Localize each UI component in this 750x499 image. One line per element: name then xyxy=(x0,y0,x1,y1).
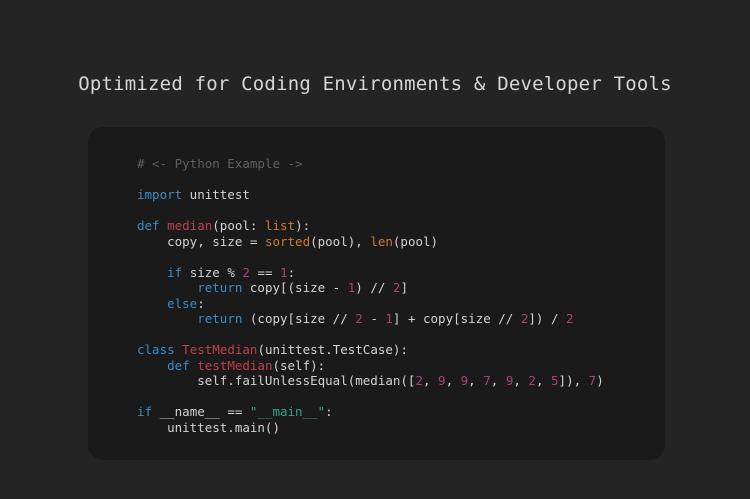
code-token: , xyxy=(423,373,438,388)
code-token: if xyxy=(137,404,152,419)
code-token: 2 xyxy=(415,373,423,388)
code-line xyxy=(137,327,604,343)
code-line: copy, size = sorted(pool), len(pool) xyxy=(137,234,604,250)
code-token: 9 xyxy=(438,373,446,388)
code-line: return (copy[size // 2 - 1] + copy[size … xyxy=(137,311,604,327)
code-token: copy, size = xyxy=(137,234,265,249)
code-token: , xyxy=(446,373,461,388)
code-line: import unittest xyxy=(137,187,604,203)
code-token xyxy=(137,311,197,326)
code-token: copy[(size - xyxy=(242,280,347,295)
code-token: (pool: xyxy=(212,218,265,233)
code-token: median xyxy=(167,218,212,233)
code-token: 5 xyxy=(551,373,559,388)
code-token: ] xyxy=(400,280,408,295)
code-token xyxy=(137,358,167,373)
code-token: 2 xyxy=(355,311,363,326)
code-line xyxy=(137,203,604,219)
code-token: sorted xyxy=(265,234,310,249)
code-token: def xyxy=(137,218,160,233)
code-token: # <- Python Example -> xyxy=(137,156,303,171)
code-card: # <- Python Example -> import unittest d… xyxy=(88,127,665,460)
code-token: else xyxy=(167,296,197,311)
code-line xyxy=(137,249,604,265)
page-title: Optimized for Coding Environments & Deve… xyxy=(0,73,750,95)
code-token: ) xyxy=(596,373,604,388)
code-token: ] + copy[size // xyxy=(393,311,521,326)
code-token: return xyxy=(197,311,242,326)
code-token: ]) / xyxy=(528,311,566,326)
code-token: 1 xyxy=(385,311,393,326)
code-token: size % xyxy=(182,265,242,280)
code-line: unittest.main() xyxy=(137,420,604,436)
code-token: import xyxy=(137,187,182,202)
code-token: unittest xyxy=(182,187,250,202)
code-token: def xyxy=(167,358,190,373)
code-line: self.failUnlessEqual(median([2, 9, 9, 7,… xyxy=(137,373,604,389)
code-token: - xyxy=(363,311,386,326)
code-line: if __name__ == "__main__": xyxy=(137,404,604,420)
code-token: __name__ == xyxy=(152,404,250,419)
code-token: unittest.main() xyxy=(137,420,280,435)
code-line: else: xyxy=(137,296,604,312)
code-token: TestMedian xyxy=(182,342,257,357)
code-token: , xyxy=(468,373,483,388)
code-token: == xyxy=(250,265,280,280)
code-token: "__main__" xyxy=(250,404,325,419)
code-token: (pool), xyxy=(310,234,370,249)
code-line xyxy=(137,172,604,188)
code-token: , xyxy=(513,373,528,388)
code-token: : xyxy=(325,404,333,419)
code-token: 2 xyxy=(242,265,250,280)
code-token: (copy[size // xyxy=(242,311,355,326)
code-token xyxy=(137,280,197,295)
code-line: # <- Python Example -> xyxy=(137,156,604,172)
code-line: def median(pool: list): xyxy=(137,218,604,234)
code-token: 1 xyxy=(280,265,288,280)
code-token: 7 xyxy=(483,373,491,388)
code-block: # <- Python Example -> import unittest d… xyxy=(137,156,604,435)
code-token: ]), xyxy=(559,373,589,388)
code-line xyxy=(137,389,604,405)
code-line: def testMedian(self): xyxy=(137,358,604,374)
code-token: if xyxy=(167,265,182,280)
code-token: testMedian xyxy=(197,358,272,373)
code-token xyxy=(160,218,168,233)
code-token: 2 xyxy=(528,373,536,388)
code-token: : xyxy=(288,265,296,280)
code-token: class xyxy=(137,342,175,357)
code-token: (unittest.TestCase): xyxy=(257,342,408,357)
code-line: class TestMedian(unittest.TestCase): xyxy=(137,342,604,358)
code-token: ): xyxy=(295,218,310,233)
code-token: (self): xyxy=(272,358,325,373)
code-line: if size % 2 == 1: xyxy=(137,265,604,281)
code-token: : xyxy=(197,296,205,311)
code-token: , xyxy=(536,373,551,388)
code-token xyxy=(137,296,167,311)
code-token: len xyxy=(370,234,393,249)
code-token: (pool) xyxy=(393,234,438,249)
code-token: list xyxy=(265,218,295,233)
code-token: 2 xyxy=(566,311,574,326)
code-token: , xyxy=(491,373,506,388)
code-line: return copy[(size - 1) // 2] xyxy=(137,280,604,296)
code-token: return xyxy=(197,280,242,295)
slide: Optimized for Coding Environments & Deve… xyxy=(0,0,750,499)
code-token xyxy=(137,265,167,280)
code-token: ) // xyxy=(355,280,393,295)
code-token: self.failUnlessEqual(median([ xyxy=(137,373,415,388)
